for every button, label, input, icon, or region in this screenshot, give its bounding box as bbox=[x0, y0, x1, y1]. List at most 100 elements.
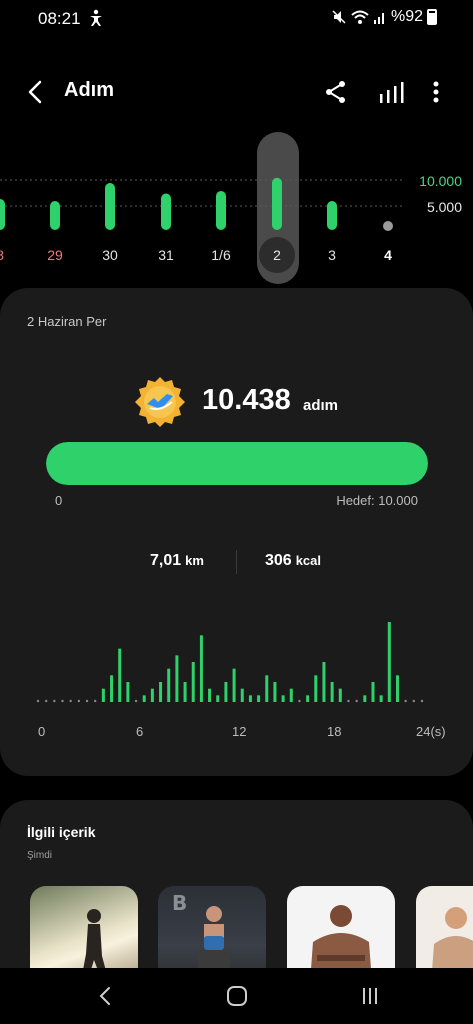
hourly-bar bbox=[338, 688, 342, 702]
goal-progress-fill bbox=[46, 442, 428, 485]
hourly-bar bbox=[167, 668, 171, 702]
hourly-bar bbox=[118, 648, 122, 702]
svg-text:B: B bbox=[172, 891, 187, 915]
goal-progress-bar bbox=[46, 442, 428, 485]
status-time: 08:21 bbox=[38, 9, 81, 28]
hourly-bar bbox=[257, 695, 261, 702]
distance: 7,01 km bbox=[150, 552, 204, 570]
hourly-bar bbox=[208, 688, 212, 702]
more-options-icon[interactable] bbox=[424, 78, 448, 106]
hourly-point bbox=[85, 699, 89, 703]
week-day-label[interactable]: 31 bbox=[146, 247, 186, 263]
share-icon[interactable] bbox=[322, 78, 350, 106]
step-count: 10.438 bbox=[202, 384, 291, 416]
week-bar-3[interactable] bbox=[327, 201, 337, 230]
weekly-steps-chart: 10.000 5.000 8 29 30 31 1/6 234 bbox=[0, 130, 473, 290]
week-bar-28[interactable] bbox=[0, 199, 5, 230]
hourly-bar bbox=[199, 635, 203, 702]
hourly-bar bbox=[150, 688, 154, 702]
week-day-label[interactable]: 4 bbox=[368, 247, 408, 263]
nav-back-icon[interactable] bbox=[92, 982, 120, 1010]
hourly-x-label: 0 bbox=[38, 724, 46, 739]
hourly-bar bbox=[363, 695, 367, 702]
distance-value: 7,01 bbox=[150, 552, 182, 569]
week-day-label[interactable]: 2 bbox=[257, 247, 297, 263]
hourly-bar bbox=[273, 682, 277, 702]
statistics-icon[interactable] bbox=[377, 78, 405, 106]
hourly-x-label: 18 bbox=[327, 724, 342, 739]
goal-achieved-medal-icon bbox=[135, 377, 185, 427]
week-bar-31[interactable] bbox=[161, 193, 171, 231]
hourly-bar bbox=[175, 655, 179, 702]
hourly-bar bbox=[265, 675, 269, 702]
hourly-point bbox=[404, 699, 407, 703]
distance-unit: km bbox=[185, 553, 204, 568]
week-bar-2[interactable] bbox=[272, 177, 282, 230]
week-bar-30[interactable] bbox=[105, 183, 115, 230]
week-day-label[interactable]: 3 bbox=[312, 247, 352, 263]
mute-icon bbox=[332, 10, 346, 24]
calories: 306 kcal bbox=[265, 552, 321, 570]
hourly-bar bbox=[126, 682, 130, 702]
hourly-steps-chart bbox=[36, 622, 424, 703]
accessibility-icon bbox=[90, 9, 102, 26]
weekly-chart-svg bbox=[0, 177, 405, 273]
wifi-icon bbox=[351, 10, 369, 24]
related-title: İlgili içerik bbox=[27, 824, 96, 840]
hourly-point bbox=[355, 699, 358, 703]
hourly-point bbox=[69, 699, 72, 703]
week-day-label[interactable]: 8 bbox=[0, 247, 20, 263]
week-day-label[interactable]: 30 bbox=[90, 247, 130, 263]
week-bar-1-6[interactable] bbox=[216, 191, 226, 230]
hourly-bar bbox=[110, 675, 114, 702]
hourly-bar bbox=[379, 695, 383, 702]
hourly-point bbox=[134, 699, 138, 703]
step-unit: adım bbox=[303, 397, 339, 414]
hourly-bar bbox=[322, 662, 326, 702]
hourly-point bbox=[347, 699, 350, 703]
system-navigation-bar bbox=[0, 968, 473, 1024]
back-arrow-icon[interactable] bbox=[22, 78, 50, 106]
hourly-x-label: 24(s) bbox=[416, 724, 446, 739]
hourly-point bbox=[412, 699, 416, 703]
hourly-bar bbox=[183, 682, 187, 702]
hourly-point bbox=[77, 699, 81, 703]
nav-home-icon[interactable] bbox=[223, 982, 251, 1010]
summary-date: 2 Haziran Per bbox=[27, 314, 107, 329]
hourly-x-label: 6 bbox=[136, 724, 144, 739]
y-tick-5000: 5.000 bbox=[426, 199, 462, 215]
hourly-bar bbox=[232, 668, 236, 702]
signal-icon bbox=[373, 13, 384, 24]
hourly-bar bbox=[224, 682, 228, 702]
page-title: Adım bbox=[64, 79, 114, 101]
hourly-bar bbox=[289, 688, 293, 702]
calories-value: 306 bbox=[265, 552, 292, 569]
hourly-bar bbox=[281, 695, 285, 702]
week-bar-4[interactable] bbox=[383, 221, 393, 231]
hourly-bar bbox=[306, 695, 310, 702]
nav-recents-icon[interactable] bbox=[356, 982, 384, 1010]
calories-unit: kcal bbox=[295, 553, 322, 568]
hourly-point bbox=[93, 699, 97, 703]
hourly-point bbox=[61, 699, 64, 703]
hourly-bar bbox=[387, 622, 391, 702]
hourly-bar bbox=[330, 682, 334, 702]
week-day-label[interactable]: 29 bbox=[35, 247, 75, 263]
week-bar-29[interactable] bbox=[50, 201, 60, 230]
hourly-bar bbox=[240, 688, 244, 702]
status-indicators: %92 bbox=[331, 8, 437, 26]
hourly-bar bbox=[314, 675, 318, 702]
daily-summary-card: 2 Haziran Per 10.438 adım 0 Hedef: 10.00… bbox=[0, 288, 473, 776]
battery-icon bbox=[427, 9, 437, 25]
related-subtitle: Şimdi bbox=[27, 850, 53, 861]
hourly-x-label: 12 bbox=[232, 724, 247, 739]
hourly-bar bbox=[101, 688, 105, 702]
hourly-bar bbox=[371, 682, 375, 702]
week-day-label[interactable]: 1/6 bbox=[201, 247, 241, 263]
progress-min-label: 0 bbox=[55, 493, 63, 508]
hourly-bar bbox=[216, 695, 220, 702]
hourly-bar bbox=[191, 662, 195, 702]
battery-text: %92 bbox=[390, 8, 423, 25]
goal-label: Hedef: 10.000 bbox=[336, 493, 418, 508]
stats-divider bbox=[236, 550, 237, 574]
